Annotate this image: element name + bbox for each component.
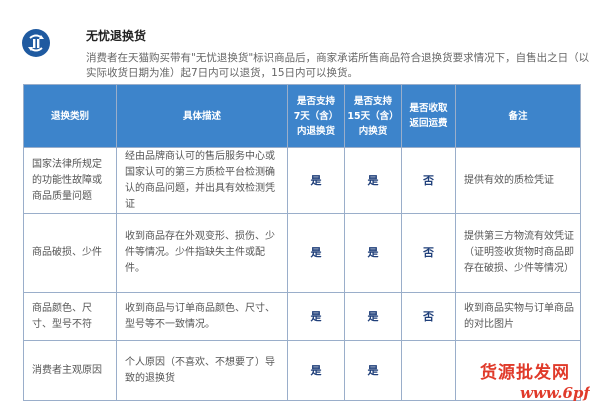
header-category: 退换类别 [23, 84, 117, 148]
cell-detail: 经由品牌商认可的售后服务中心或国家认可的第三方质检平台检测确认的商品问题，并出具… [116, 147, 288, 214]
cell-exchange-15-days: 是 [344, 340, 402, 401]
cell-detail: 收到商品与订单商品颜色、尺寸、型号等不一致情况。 [116, 292, 288, 341]
header-return-shipping: 是否收取 返回运费 [401, 84, 456, 148]
section-description: 消费者在天猫购买带有"无忧退换货"标识商品后，商家承诺所售商品符合退换货要求情况… [86, 51, 590, 81]
description-line: 消费者在天猫购买带有"无忧退换货"标识商品后，商家承诺所售商品符合退换货要求情况… [86, 52, 590, 64]
description-line: 实际收货日期为准）起7日内可以退货，15日内可以换货。 [86, 67, 359, 79]
cell-category: 商品颜色、尺寸、型号不符 [23, 292, 117, 341]
cell-return-shipping: 否 [401, 292, 456, 341]
header-return-7-days: 是否支持 7天（含） 内退换货 [287, 84, 345, 148]
table-header-row: 退换类别 具体描述 是否支持 7天（含） 内退换货 是否支持 15天（含） 内换… [23, 84, 581, 148]
cell-category: 商品破损、少件 [23, 213, 117, 293]
cell-remark: 收到商品实物与订单商品的对比图片 [455, 292, 581, 341]
header-remark: 备注 [455, 84, 581, 148]
cell-exchange-15-days: 是 [344, 213, 402, 293]
watermark-url: www.6pf.cn [520, 384, 590, 402]
table-row: 商品颜色、尺寸、型号不符 收到商品与订单商品颜色、尺寸、型号等不一致情况。 是 … [23, 292, 581, 341]
table-row: 商品破损、少件 收到商品存在外观变形、损伤、少件等情况。少件指缺失主件或配件。 … [23, 213, 581, 293]
cell-return-shipping [401, 340, 456, 401]
cell-return-7-days: 是 [287, 340, 345, 401]
cell-return-shipping: 否 [401, 213, 456, 293]
header-detail: 具体描述 [116, 84, 288, 148]
header-exchange-15-days: 是否支持 15天（含） 内换货 [344, 84, 402, 148]
section-title: 无忧退换货 [86, 29, 147, 43]
cell-exchange-15-days: 是 [344, 292, 402, 341]
cell-detail: 收到商品存在外观变形、损伤、少件等情况。少件指缺失主件或配件。 [116, 213, 288, 293]
cell-return-shipping: 否 [401, 147, 456, 214]
cell-category: 国家法律所规定的功能性故障或商品质量问题 [23, 147, 117, 214]
watermark: 货源批发网 www.6pf.cn [465, 350, 590, 412]
cell-remark: 提供有效的质检凭证 [455, 147, 581, 214]
table-row: 国家法律所规定的功能性故障或商品质量问题 经由品牌商认可的售后服务中心或国家认可… [23, 147, 581, 214]
cell-detail: 个人原因（不喜欢、不想要了）导致的退换货 [116, 340, 288, 401]
shield-refresh-icon [22, 29, 50, 57]
cell-remark: 提供第三方物流有效凭证（证明签收货物时商品即存在破损、少件等情况） [455, 213, 581, 293]
cell-return-7-days: 是 [287, 292, 345, 341]
cell-exchange-15-days: 是 [344, 147, 402, 214]
cell-return-7-days: 是 [287, 213, 345, 293]
watermark-brand: 货源批发网 [480, 363, 570, 383]
cell-return-7-days: 是 [287, 147, 345, 214]
cell-category: 消费者主观原因 [23, 340, 117, 401]
